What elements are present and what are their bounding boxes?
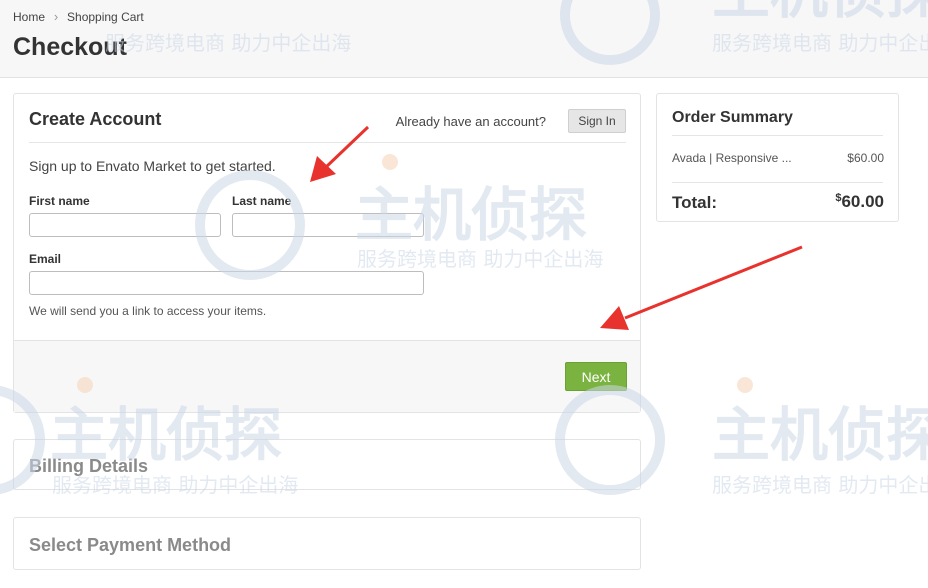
total-label: Total:	[672, 193, 718, 212]
order-item-price: $60.00	[847, 151, 884, 165]
watermark-logo-text: 主机侦探	[712, 401, 928, 469]
total-amount: 60.00	[841, 192, 884, 211]
last-name-label: Last name	[232, 194, 292, 208]
already-have-account-text: Already have an account?	[395, 114, 546, 129]
last-name-input[interactable]	[232, 213, 424, 237]
email-hint-text: We will send you a link to access your i…	[29, 304, 267, 318]
total-value: $60.00	[835, 192, 884, 212]
order-summary-panel: Order Summary Avada | Responsive ... $60…	[656, 93, 899, 222]
order-item-name: Avada | Responsive ...	[672, 151, 792, 165]
sign-in-button[interactable]: Sign In	[568, 109, 626, 133]
breadcrumb: Home › Shopping Cart	[13, 9, 144, 24]
divider	[672, 182, 883, 183]
create-account-title: Create Account	[29, 109, 162, 129]
page-header: Home › Shopping Cart Checkout	[0, 0, 928, 78]
create-account-footer: Next	[14, 340, 640, 412]
first-name-input[interactable]	[29, 213, 221, 237]
billing-details-title: Billing Details	[29, 456, 149, 476]
watermark-sub-text: 服务跨境电商 助力中企出海	[712, 473, 928, 497]
order-summary-title: Order Summary	[672, 109, 793, 126]
divider	[672, 135, 883, 136]
signup-intro-text: Sign up to Envato Market to get started.	[29, 158, 276, 174]
billing-details-panel[interactable]: Billing Details	[13, 439, 641, 490]
breadcrumb-home-link[interactable]: Home	[13, 10, 45, 24]
breadcrumb-shopping-cart-link[interactable]: Shopping Cart	[67, 10, 144, 24]
create-account-header: Create Account Already have an account? …	[29, 94, 626, 143]
page-title: Checkout	[13, 33, 127, 61]
payment-method-title: Select Payment Method	[29, 535, 232, 555]
first-name-label: First name	[29, 194, 90, 208]
email-input[interactable]	[29, 271, 424, 295]
payment-method-panel[interactable]: Select Payment Method	[13, 517, 641, 570]
email-label: Email	[29, 252, 62, 266]
next-button[interactable]: Next	[565, 362, 627, 391]
create-account-panel: Create Account Already have an account? …	[13, 93, 641, 413]
chevron-right-icon: ›	[53, 9, 59, 24]
